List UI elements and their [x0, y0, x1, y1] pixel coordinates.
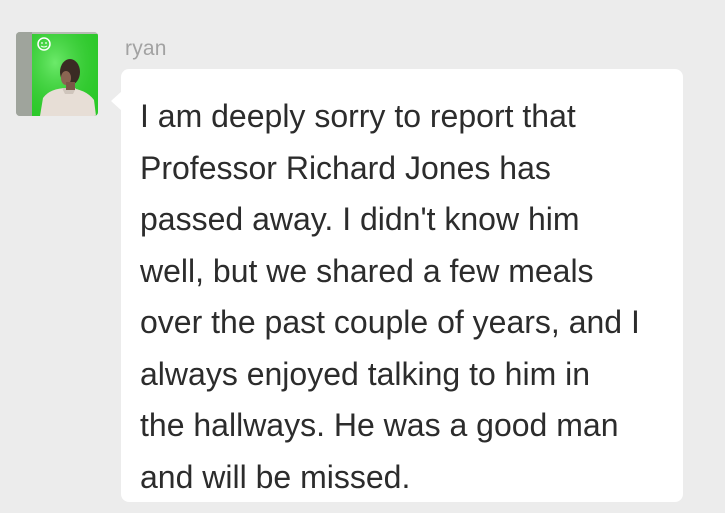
avatar-photo-icon [16, 32, 98, 116]
chat-message-row: ryan I am deeply sorry to report that Pr… [0, 0, 725, 513]
sender-name: ryan [125, 37, 167, 60]
message-text: I am deeply sorry to report that Profess… [140, 98, 640, 495]
message-bubble[interactable]: I am deeply sorry to report that Profess… [121, 69, 683, 502]
avatar[interactable] [16, 32, 98, 116]
